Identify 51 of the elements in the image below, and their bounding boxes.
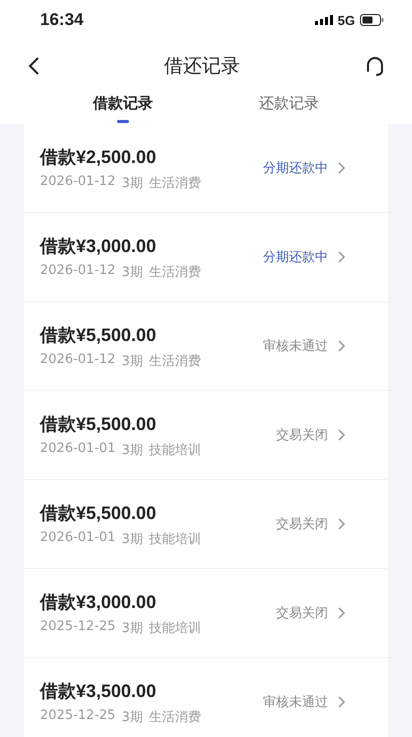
loan-date: 2025-12-25 <box>40 708 116 724</box>
status-time: 16:34 <box>40 10 84 30</box>
loan-amount: 借款¥5,500.00 <box>40 502 158 524</box>
loan-purpose: 技能培训 <box>148 442 201 458</box>
loan-term: 3期 <box>122 442 143 458</box>
loan-amount: 借款¥3,500.00 <box>40 680 158 702</box>
loan-amount: 借款¥5,500.00 <box>40 412 158 436</box>
loan-status[interactable]: 交易关闭 <box>276 426 328 444</box>
loan-date: 2026-01-01 <box>40 530 116 546</box>
loan-date: 2026-01-01 <box>40 440 116 458</box>
page-title: 借还记录 <box>164 54 240 79</box>
loan-purpose: 生活消费 <box>148 708 201 726</box>
loan-term: 3期 <box>122 264 143 280</box>
headset-icon[interactable] <box>364 55 386 77</box>
chevron-icon[interactable] <box>338 518 346 530</box>
loan-term: 3期 <box>122 352 143 370</box>
chevron-icon[interactable] <box>338 251 346 263</box>
loan-amount: 借款¥3,000.00 <box>40 590 158 614</box>
tab[interactable]: 借款记录 <box>93 92 153 124</box>
loan-purpose: 生活消费 <box>148 264 201 280</box>
loan-date: 2026-01-12 <box>40 352 116 368</box>
loan-purpose: 技能培训 <box>148 620 201 636</box>
tab[interactable]: 还款记录 <box>259 92 319 124</box>
loan-date: 2025-12-25 <box>40 618 116 636</box>
chevron-icon[interactable] <box>338 340 346 352</box>
chevron-icon[interactable] <box>338 162 346 174</box>
loan-purpose: 生活消费 <box>148 174 201 192</box>
loan-purpose: 生活消费 <box>148 352 201 370</box>
loan-date: 2026-01-12 <box>40 174 116 190</box>
loan-status[interactable]: 审核未通过 <box>263 337 328 355</box>
loan-purpose: 技能培训 <box>148 530 201 548</box>
loan-term: 3期 <box>122 174 143 192</box>
loan-amount: 借款¥5,500.00 <box>40 324 158 346</box>
loan-status[interactable]: 审核未通过 <box>263 693 328 711</box>
loan-status[interactable]: 交易关闭 <box>276 515 328 533</box>
network-label: 5G <box>338 12 355 28</box>
loan-term: 3期 <box>122 620 143 636</box>
loan-amount: 借款¥2,500.00 <box>40 146 158 168</box>
loan-term: 3期 <box>122 708 143 726</box>
signal-icon <box>314 15 333 25</box>
loan-status[interactable]: 交易关闭 <box>276 604 328 622</box>
back-icon[interactable] <box>28 57 40 75</box>
chevron-icon[interactable] <box>338 607 346 619</box>
loan-status[interactable]: 分期还款中 <box>263 159 328 177</box>
loan-status[interactable]: 分期还款中 <box>263 248 328 266</box>
battery-icon <box>360 14 384 26</box>
loan-amount: 借款¥3,000.00 <box>40 234 158 258</box>
chevron-icon[interactable] <box>338 429 346 441</box>
loan-term: 3期 <box>122 530 143 548</box>
chevron-icon[interactable] <box>338 696 346 708</box>
loan-date: 2026-01-12 <box>40 262 116 280</box>
